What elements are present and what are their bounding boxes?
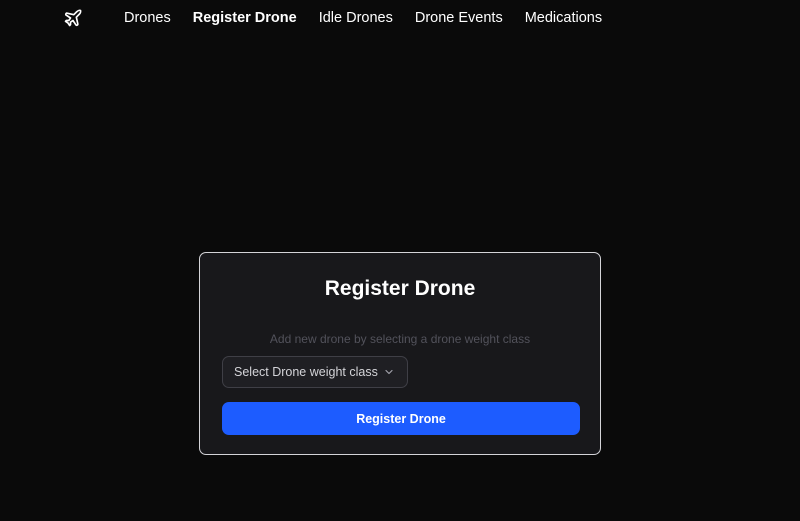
nav-menu: Drones Register Drone Idle Drones Drone … bbox=[113, 0, 613, 36]
nav-item-medications[interactable]: Medications bbox=[514, 10, 613, 26]
airplane-icon[interactable] bbox=[63, 8, 83, 28]
register-drone-card: Register Drone Add new drone by selectin… bbox=[199, 252, 601, 455]
chevron-down-icon bbox=[385, 369, 393, 375]
card-title: Register Drone bbox=[324, 277, 476, 300]
weight-class-select[interactable]: Select Drone weight class bbox=[222, 356, 408, 388]
register-drone-button[interactable]: Register Drone bbox=[222, 402, 580, 435]
top-navbar: Drones Register Drone Idle Drones Drone … bbox=[0, 0, 800, 36]
weight-class-select-placeholder: Select Drone weight class bbox=[234, 365, 378, 379]
nav-item-drone-events[interactable]: Drone Events bbox=[404, 10, 514, 26]
nav-item-idle-drones[interactable]: Idle Drones bbox=[308, 10, 404, 26]
card-subtitle: Add new drone by selecting a drone weigh… bbox=[269, 332, 531, 346]
nav-item-register-drone[interactable]: Register Drone bbox=[182, 10, 308, 26]
page: Drones Register Drone Idle Drones Drone … bbox=[0, 0, 800, 521]
nav-item-drones[interactable]: Drones bbox=[113, 10, 182, 26]
